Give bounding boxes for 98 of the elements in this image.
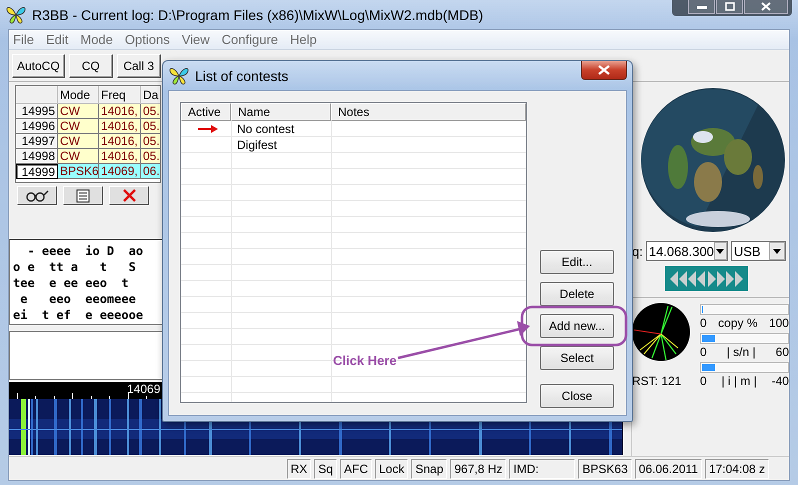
status-field: 06.06.2011 (634, 458, 702, 478)
meter-max: -40 (772, 373, 789, 389)
meter-label: | i | m | (721, 373, 757, 389)
contest-name[interactable]: Digifest (231, 138, 331, 152)
tuning-button[interactable] (665, 266, 748, 291)
view-button[interactable] (17, 186, 57, 205)
table-cell: 14016, (99, 119, 141, 134)
status-field: AFC (340, 458, 372, 478)
status-field: RX (286, 458, 312, 478)
table-cell: 05. (141, 149, 160, 164)
received-text-line: tee e ee eeo t (13, 275, 129, 291)
dialog-button[interactable]: Select (540, 346, 614, 370)
column-header[interactable]: Da (141, 86, 160, 104)
menu-item[interactable]: Mode (80, 32, 113, 47)
glasses-icon (25, 190, 49, 202)
butterfly-icon (169, 66, 189, 84)
dropdown-arrow-icon (716, 248, 724, 254)
column-header[interactable]: Mode (58, 86, 99, 104)
menu-item[interactable]: Help (290, 32, 317, 47)
menu-item[interactable]: Options (124, 32, 170, 47)
menu-item[interactable]: File (13, 32, 34, 47)
table-cell: 06. (141, 164, 160, 179)
meter-min: 0 (700, 373, 707, 389)
meter-max: 60 (776, 344, 789, 360)
status-field: 17:04:08 z (704, 458, 769, 478)
close-button[interactable] (744, 0, 788, 14)
minimize-button[interactable] (688, 0, 715, 14)
table-cell: 05. (141, 119, 160, 134)
row-number-cell[interactable]: 14996 (16, 119, 58, 134)
table-cell: CW (58, 119, 99, 134)
document-button[interactable] (63, 186, 103, 205)
butterfly-icon (6, 6, 26, 24)
active-arrow-icon (198, 125, 218, 133)
row-number-cell[interactable]: 14997 (16, 134, 58, 149)
status-field: Sq (314, 458, 337, 478)
menu-item[interactable]: Edit (46, 32, 68, 47)
table-cell: 05. (141, 104, 160, 119)
meter-label: copy % (718, 315, 758, 331)
status-field: Snap (411, 458, 448, 478)
close-button[interactable] (581, 61, 627, 80)
row-number-cell[interactable]: 14999 (16, 164, 58, 179)
toolbar-button[interactable]: Call 3 (116, 54, 161, 78)
column-header[interactable]: Notes (331, 103, 526, 121)
frequency-dropdown[interactable]: 14.068.300 (646, 241, 728, 261)
table-cell: CW (58, 134, 99, 149)
status-field: IMD: (509, 458, 576, 478)
table-cell: BPSK6 (58, 164, 99, 179)
dialog-button[interactable]: Close (540, 384, 614, 408)
dialog-button[interactable]: Add new... (540, 314, 614, 338)
received-text-line: - eeee io D ao (26, 243, 144, 259)
document-icon (76, 188, 90, 202)
table-cell: 14016, (99, 149, 141, 164)
rst-label: RST: 121 (632, 374, 682, 388)
minimize-icon (696, 4, 706, 8)
callout-label: Click Here (333, 353, 397, 368)
frequency-label: q: (632, 244, 643, 258)
received-text-line: e eeo eeomeee (19, 291, 136, 307)
contest-name[interactable]: No contest (231, 122, 331, 136)
maximize-icon (724, 2, 734, 11)
column-header[interactable]: Active (181, 103, 231, 121)
toolbar-button[interactable]: CQ (68, 54, 113, 78)
table-cell: 05. (141, 134, 160, 149)
dropdown-arrow-icon (772, 248, 781, 254)
toolbar-button[interactable]: AutoCQ (12, 54, 65, 78)
dialog-button[interactable]: Delete (540, 282, 614, 306)
table-cell: CW (58, 104, 99, 119)
menu-item[interactable]: Configure (222, 32, 278, 47)
meter-max: 100 (768, 315, 789, 331)
status-field: BPSK63 (578, 458, 632, 478)
meter-min: 0 (700, 344, 707, 360)
table-cell: 14016, (99, 134, 141, 149)
table-cell: 14016, (99, 104, 141, 119)
column-header[interactable]: Freq (99, 86, 141, 104)
window-title: R3BB - Current log: D:\Program Files (x86)\MixW\Log\MixW2.mdb(MDB) (32, 6, 484, 22)
delete-icon (122, 189, 136, 202)
maximize-button[interactable] (716, 0, 743, 14)
status-field: Lock (374, 458, 408, 478)
delete-button[interactable] (109, 186, 149, 205)
sideband-dropdown[interactable]: USB (730, 241, 786, 261)
meter-min: 0 (700, 315, 707, 331)
close-icon (761, 2, 771, 11)
scale-label: 14069 (127, 382, 160, 396)
meter-label: | s/n | (726, 344, 756, 360)
dialog-button[interactable]: Edit... (540, 250, 614, 274)
menu-item[interactable]: View (182, 32, 210, 47)
received-text-line: ei t ef e eeeooe (13, 307, 144, 323)
header-corner (16, 86, 58, 104)
close-icon (598, 65, 610, 75)
row-number-cell[interactable]: 14995 (16, 104, 58, 119)
scope-drawing (632, 302, 690, 364)
received-text-line: o e tt a t S (13, 259, 136, 275)
status-field: 967,8 Hz (450, 458, 506, 478)
dialog-title: List of contests (195, 68, 288, 84)
row-number-cell[interactable]: 14998 (16, 149, 58, 164)
column-header[interactable]: Name (231, 103, 331, 121)
table-cell: 14069, (99, 164, 141, 179)
table-cell: CW (58, 149, 99, 164)
tuning-arrows-icon (670, 270, 744, 286)
